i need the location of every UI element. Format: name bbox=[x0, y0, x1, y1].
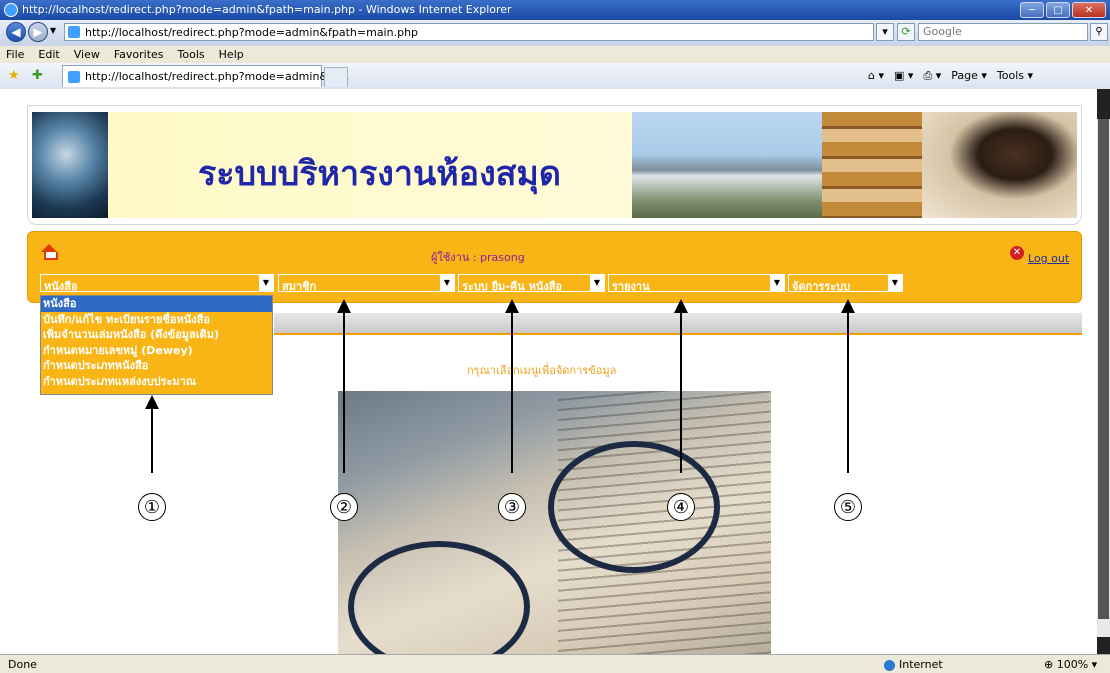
menu-help[interactable]: Help bbox=[219, 46, 244, 63]
members-menu-select[interactable]: สมาชิก ▼ bbox=[278, 274, 455, 293]
tab-main[interactable]: http://localhost/redirect.php?mode=admin… bbox=[62, 65, 349, 87]
search-icon[interactable]: ⚲ bbox=[1090, 23, 1108, 41]
feeds-icon[interactable]: ▣ ▾ bbox=[894, 69, 913, 83]
scroll-down-button[interactable] bbox=[1097, 637, 1110, 654]
tools-menu[interactable]: Tools ▾ bbox=[997, 69, 1033, 83]
new-tab-button[interactable] bbox=[324, 67, 348, 87]
maximize-button[interactable]: □ bbox=[1046, 2, 1070, 18]
menu-edit[interactable]: Edit bbox=[38, 46, 59, 63]
annotation-number-3: ③ bbox=[498, 493, 526, 521]
tab-label: http://localhost/redirect.php?mode=admin… bbox=[85, 70, 350, 83]
books-dropdown-list: หนังสือ บันทึก/แก้ไข ทะเบียนรายชื่อหนังส… bbox=[40, 295, 273, 395]
back-button[interactable]: ◀ bbox=[6, 22, 26, 42]
scroll-up-button[interactable] bbox=[1097, 89, 1110, 119]
favorites-star-icon[interactable]: ★ bbox=[8, 68, 20, 83]
minimize-button[interactable]: ─ bbox=[1020, 2, 1044, 18]
dropdown-option[interactable]: กำหนดประเภทแหล่งงบประมาณ bbox=[41, 374, 272, 390]
ie-logo-icon bbox=[4, 3, 18, 17]
globe-icon bbox=[884, 659, 895, 671]
dropdown-option[interactable]: กำหนดประเภทหนังสือ bbox=[41, 358, 272, 374]
select-menu-prompt: กรุณาเลือกเมนูเพื่อจัดการข้อมูล bbox=[467, 364, 617, 377]
circulation-menu-select[interactable]: ระบบ ยืม-คืน หนังสือ ▼ bbox=[458, 274, 605, 293]
books-menu-value: หนังสือ bbox=[44, 280, 78, 293]
site-title: ระบบบริหารงานห้องสมุด bbox=[198, 154, 561, 194]
chevron-down-icon[interactable]: ▼ bbox=[770, 275, 784, 291]
status-bar: Done Internet ⊕ 100% ▾ bbox=[0, 654, 1110, 673]
menu-file[interactable]: File bbox=[6, 46, 24, 63]
dropdown-option[interactable]: เพิ่มจำนวนเล่มหนังสือ (ดึงข้อมูลเดิม) bbox=[41, 327, 272, 343]
address-input[interactable]: http://localhost/redirect.php?mode=admin… bbox=[64, 23, 874, 41]
forward-button[interactable]: ▶ bbox=[28, 22, 48, 42]
security-zone: Internet bbox=[884, 658, 943, 671]
menu-view[interactable]: View bbox=[74, 46, 100, 63]
refresh-button[interactable]: ⟳ bbox=[897, 23, 915, 41]
annotation-arrow-5 bbox=[841, 299, 855, 473]
web-page: ระบบบริหารงานห้องสมุด ผู้ใช้งาน : prason… bbox=[27, 89, 1082, 654]
zone-label: Internet bbox=[899, 658, 943, 671]
page-menu[interactable]: Page ▾ bbox=[951, 69, 987, 83]
search-input[interactable]: Google bbox=[918, 23, 1088, 41]
menu-panel: ผู้ใช้งาน : prasong ✕ Log out หนังสือ ▼ … bbox=[27, 231, 1082, 303]
annotation-arrow-2 bbox=[337, 299, 351, 473]
zoom-value: 100% bbox=[1056, 658, 1089, 671]
system-menu-value: จัดการระบบ bbox=[792, 280, 851, 293]
menu-bar: File Edit View Favorites Tools Help bbox=[0, 46, 1110, 63]
site-banner: ระบบบริหารงานห้องสมุด bbox=[27, 105, 1082, 225]
chevron-down-icon[interactable]: ▼ bbox=[590, 275, 604, 291]
vertical-scrollbar[interactable] bbox=[1097, 89, 1110, 654]
annotation-number-2: ② bbox=[330, 493, 358, 521]
current-user: ผู้ใช้งาน : prasong bbox=[431, 251, 525, 264]
glasses-book-photo bbox=[338, 391, 771, 654]
logout-link[interactable]: Log out bbox=[1028, 252, 1069, 265]
print-icon[interactable]: ⎙ ▾ bbox=[923, 69, 941, 83]
scroll-thumb[interactable] bbox=[1098, 119, 1109, 619]
chevron-down-icon[interactable]: ▼ bbox=[259, 275, 273, 291]
annotation-arrow-4 bbox=[674, 299, 688, 473]
reports-menu-select[interactable]: รายงาน ▼ bbox=[608, 274, 785, 293]
dropdown-option[interactable]: หนังสือ bbox=[41, 296, 272, 312]
page-icon bbox=[68, 71, 80, 83]
books-menu-select[interactable]: หนังสือ ▼ bbox=[40, 274, 274, 293]
status-text: Done bbox=[8, 658, 37, 671]
earth-image bbox=[32, 112, 108, 218]
tab-bar: ★ ✚ http://localhost/redirect.php?mode=a… bbox=[0, 63, 1110, 90]
building-image bbox=[632, 112, 822, 218]
home-cmd-icon[interactable]: ⌂ ▾ bbox=[868, 69, 884, 83]
annotation-number-1: ① bbox=[138, 493, 166, 521]
page-icon bbox=[68, 26, 80, 38]
members-menu-value: สมาชิก bbox=[282, 280, 317, 293]
annotation-number-5: ⑤ bbox=[834, 493, 862, 521]
window-title: http://localhost/redirect.php?mode=admin… bbox=[22, 3, 512, 16]
annotation-arrow-3 bbox=[505, 299, 519, 473]
menu-favorites[interactable]: Favorites bbox=[114, 46, 164, 63]
address-url: http://localhost/redirect.php?mode=admin… bbox=[85, 26, 419, 39]
menu-tools[interactable]: Tools bbox=[178, 46, 205, 63]
address-toolbar: ◀ ▶ ▼ http://localhost/redirect.php?mode… bbox=[0, 20, 1110, 46]
annotation-number-4: ④ bbox=[667, 493, 695, 521]
reports-menu-value: รายงาน bbox=[612, 280, 650, 293]
browser-viewport: ระบบบริหารงานห้องสมุด ผู้ใช้งาน : prason… bbox=[0, 89, 1110, 654]
close-window-button[interactable]: ✕ bbox=[1072, 2, 1106, 18]
logout-icon[interactable]: ✕ bbox=[1010, 246, 1024, 260]
dropdown-option[interactable]: บันทึก/แก้ไข ทะเบียนรายชื่อหนังสือ bbox=[41, 312, 272, 328]
chevron-down-icon[interactable]: ▼ bbox=[440, 275, 454, 291]
annotation-arrow-1 bbox=[145, 395, 159, 473]
window-title-bar: http://localhost/redirect.php?mode=admin… bbox=[0, 0, 1110, 20]
chevron-down-icon[interactable]: ▼ bbox=[888, 275, 902, 291]
circulation-menu-value: ระบบ ยืม-คืน หนังสือ bbox=[462, 280, 563, 293]
home-icon[interactable] bbox=[41, 244, 58, 260]
add-favorites-icon[interactable]: ✚ bbox=[32, 68, 43, 83]
address-dropdown-button[interactable]: ▾ bbox=[876, 23, 894, 41]
bookshelf-image bbox=[822, 112, 922, 218]
sub-header-bar bbox=[274, 313, 1082, 335]
zoom-level[interactable]: ⊕ 100% ▾ bbox=[1044, 658, 1097, 671]
reader-image bbox=[922, 112, 1077, 218]
dropdown-option[interactable]: กำหนดหมายเลขหมู่ (Dewey) bbox=[41, 343, 272, 359]
system-menu-select[interactable]: จัดการระบบ ▼ bbox=[788, 274, 903, 293]
history-dropdown-icon[interactable]: ▼ bbox=[50, 26, 56, 35]
